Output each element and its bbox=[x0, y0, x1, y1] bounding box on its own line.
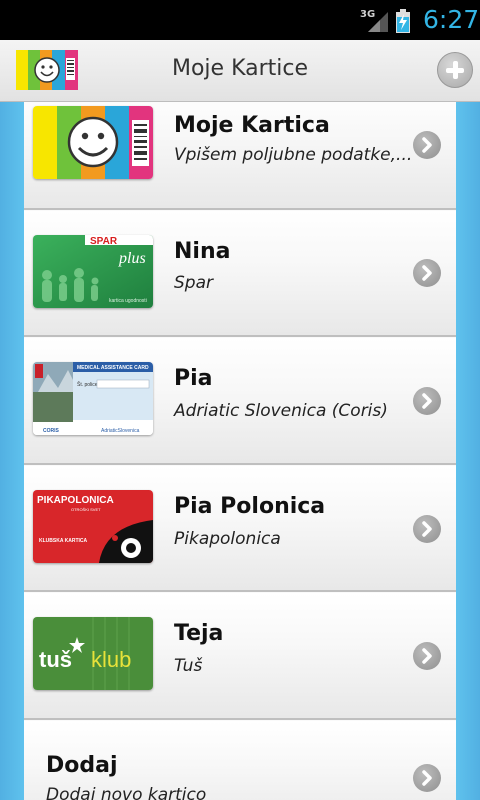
tus-klub-text: klub bbox=[91, 647, 131, 672]
card-list[interactable]: Moje Kartica Vpišem poljubne podatke,...… bbox=[24, 102, 456, 800]
coris-policy-label: Št. police: bbox=[77, 381, 99, 388]
spar-logo-text: SPAR bbox=[90, 236, 118, 247]
action-bar: Moje Kartice bbox=[0, 40, 480, 102]
card-subtitle: Tuš bbox=[174, 656, 203, 676]
pikapolonica-label: KLUBSKA KARTICA bbox=[39, 538, 88, 544]
pikapolonica-tagline: OTROŠKI SVET bbox=[71, 507, 101, 512]
list-item[interactable]: tuš klub Teja Tuš bbox=[24, 592, 456, 720]
chevron-right-icon[interactable] bbox=[413, 642, 441, 670]
chevron-right-icon[interactable] bbox=[413, 387, 441, 415]
add-card-row[interactable]: Dodaj Dodaj novo kartico bbox=[24, 720, 456, 800]
list-item[interactable]: MEDICAL ASSISTANCE CARD Št. police: CORI… bbox=[24, 337, 456, 465]
card-title: Teja bbox=[174, 621, 224, 646]
coris-logo-text: CORIS bbox=[43, 428, 60, 434]
clock: 6:27 bbox=[423, 5, 480, 34]
card-title: Moje Kartica bbox=[174, 113, 330, 138]
card-title: Pia bbox=[174, 366, 213, 391]
add-row-subtitle: Dodaj novo kartico bbox=[46, 785, 207, 800]
card-thumbnail-moje bbox=[33, 106, 153, 179]
card-thumbnail-tus: tuš klub bbox=[33, 617, 153, 690]
list-item[interactable]: Moje Kartica Vpišem poljubne podatke,... bbox=[24, 102, 456, 210]
coris-card-header: MEDICAL ASSISTANCE CARD bbox=[77, 365, 149, 371]
card-subtitle: Pikapolonica bbox=[174, 529, 281, 549]
page-title: Moje Kartice bbox=[171, 56, 309, 81]
battery-charging-icon bbox=[396, 9, 410, 33]
spar-plus-text: plus bbox=[118, 250, 146, 267]
card-thumbnail-pikapolonica: PIKAPOLONICA OTROŠKI SVET KLUBSKA KARTIC… bbox=[33, 490, 153, 563]
list-item[interactable]: PIKAPOLONICA OTROŠKI SVET KLUBSKA KARTIC… bbox=[24, 465, 456, 592]
add-row-title: Dodaj bbox=[46, 753, 118, 778]
card-thumbnail-coris: MEDICAL ASSISTANCE CARD Št. police: CORI… bbox=[33, 362, 153, 435]
card-subtitle: Vpišem poljubne podatke,... bbox=[174, 145, 413, 165]
card-subtitle: Adriatic Slovenica (Coris) bbox=[174, 401, 388, 421]
chevron-right-icon[interactable] bbox=[413, 764, 441, 792]
card-title: Pia Polonica bbox=[174, 494, 326, 519]
pikapolonica-logo-text: PIKAPOLONICA bbox=[37, 495, 114, 506]
chevron-right-icon[interactable] bbox=[413, 515, 441, 543]
status-bar: 3G 6:27 bbox=[0, 0, 480, 40]
card-title: Nina bbox=[174, 239, 231, 264]
list-item[interactable]: SPAR plus kartica ugodnosti Nina Spar bbox=[24, 210, 456, 337]
add-card-button[interactable] bbox=[437, 52, 473, 88]
tus-logo-text: tuš bbox=[39, 647, 72, 672]
card-subtitle: Spar bbox=[174, 273, 213, 293]
adriatic-logo-text: AdriaticSlovenica bbox=[101, 428, 140, 434]
chevron-right-icon[interactable] bbox=[413, 131, 441, 159]
card-thumbnail-spar: SPAR plus kartica ugodnosti bbox=[33, 235, 153, 308]
chevron-right-icon[interactable] bbox=[413, 259, 441, 287]
spar-caption: kartica ugodnosti bbox=[109, 298, 147, 304]
signal-icon bbox=[368, 12, 388, 32]
